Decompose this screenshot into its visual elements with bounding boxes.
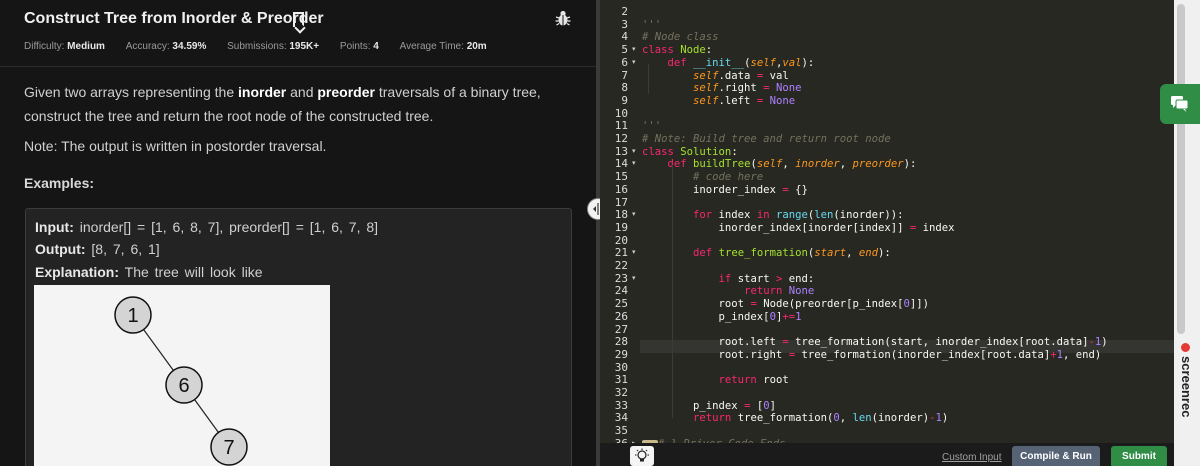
code-line[interactable]: root.right = tree_formation(inorder_inde…	[642, 349, 1102, 362]
fold-toggle-icon[interactable]: ▾	[632, 209, 640, 222]
code-line[interactable]: '''	[642, 19, 661, 32]
problem-title: Construct Tree from Inorder & Preorder	[24, 10, 324, 27]
indent-guide	[648, 64, 649, 94]
code-line[interactable]: self.left = None	[642, 95, 795, 108]
problem-description: Given two arrays representing the inorde…	[24, 84, 541, 124]
line-number: 18	[614, 208, 628, 222]
line-number: 9	[621, 93, 628, 107]
line-number: 6	[621, 55, 628, 69]
problem-panel: Construct Tree from Inorder & Preorder D…	[0, 0, 596, 466]
code-line[interactable]: # Note: Build tree and return root node	[642, 133, 891, 146]
tree-node-label: 7	[223, 437, 234, 459]
code-line[interactable]: if start > end:	[642, 273, 815, 286]
code-line[interactable]: def __init__(self,val):	[642, 57, 815, 70]
code-line[interactable]: # Node class	[642, 31, 719, 44]
fold-toggle-icon[interactable]: ▾	[632, 158, 640, 171]
example-output: Output: [8, 7, 6, 1]	[35, 241, 160, 257]
code-line[interactable]: for index in range(len(inorder)):	[642, 209, 904, 222]
meta-average-time: Average Time: 20m	[399, 41, 487, 52]
examples-heading: Examples:	[24, 175, 95, 191]
code-line[interactable]: return tree_formation(0, len(inorder)-1)	[642, 412, 948, 425]
code-line[interactable]: class Node:	[642, 44, 712, 57]
example-input: Input: inorder[] = [1, 6, 8, 7], preorde…	[35, 219, 379, 235]
lightbulb-icon[interactable]	[630, 446, 654, 466]
fold-toggle-icon[interactable]: ▾	[632, 57, 640, 70]
line-number: 29	[614, 347, 628, 361]
fold-toggle-icon[interactable]: ▾	[632, 273, 640, 286]
tree-node-label: 1	[127, 305, 138, 327]
meta-points: Points: 4	[339, 41, 379, 52]
code-line[interactable]: def tree_formation(start, end):	[642, 247, 891, 260]
code-line[interactable]: self.data = val	[642, 70, 789, 83]
code-editor[interactable]: 2 3 4 5 ▾ 6 ▾ 7 8 9 10 11 12 13 ▾ 14 ▾ 15 16 17 18 ▾ 19 20 21 ▾ 22…	[600, 0, 1174, 443]
line-number: 22	[614, 259, 628, 272]
fold-toggle-icon[interactable]: ▾	[632, 44, 640, 57]
editor-scrollbar[interactable]	[1177, 4, 1185, 334]
line-number: 8	[621, 81, 628, 95]
meta-accuracy: Accuracy: 34.59%	[125, 41, 207, 52]
line-number: 28	[614, 335, 628, 349]
bookmark-icon[interactable]	[293, 12, 304, 27]
code-line[interactable]: self.right = None	[642, 82, 801, 95]
fold-toggle-icon[interactable]: ▾	[632, 247, 640, 260]
bug-icon[interactable]	[554, 9, 572, 27]
header-divider	[0, 66, 596, 67]
code-line[interactable]: class Solution:	[642, 146, 738, 159]
tree-diagram: 1 6 7	[34, 285, 330, 466]
code-line[interactable]: def buildTree(self, inorder, preorder):	[642, 158, 917, 171]
code-line[interactable]: root.left = tree_formation(start, inorde…	[642, 336, 1108, 349]
fold-toggle-icon[interactable]: ▾	[632, 146, 640, 159]
code-line[interactable]: inorder_index = {}	[642, 184, 808, 197]
code-line[interactable]: '''	[642, 120, 661, 133]
recorder-label: screenrec	[1179, 356, 1194, 418]
line-number: 19	[614, 220, 628, 234]
example-box: Input: inorder[] = [1, 6, 8, 7], preorde…	[25, 208, 572, 466]
code-line[interactable]: p_index[0]+=1	[642, 311, 802, 324]
line-number: 26	[614, 309, 628, 323]
custom-input-link[interactable]: Custom Input	[942, 452, 1001, 463]
problem-meta: Difficulty: Medium Accuracy: 34.59% Subm…	[24, 41, 505, 52]
code-line[interactable]: return None	[642, 285, 814, 298]
meta-submissions: Submissions: 195K+	[227, 41, 320, 52]
line-number: 12	[614, 132, 628, 145]
line-number: 25	[614, 297, 628, 311]
line-number: 32	[614, 386, 628, 399]
line-number: 16	[614, 182, 628, 196]
line-gutter: 2 3 4 5 ▾ 6 ▾ 7 8 9 10 11 12 13 ▾ 14 ▾ 15 16 17 18 ▾ 19 20 21 ▾ 22…	[600, 0, 640, 443]
line-number: 5	[621, 43, 628, 57]
code-line[interactable]: # code here	[642, 171, 763, 184]
chat-icon[interactable]	[1160, 84, 1200, 124]
code-line[interactable]: p_index = [0]	[642, 400, 776, 413]
line-number: 35	[614, 424, 628, 438]
code-line[interactable]: root = Node(preorder[p_index[0]])	[642, 298, 930, 311]
code-line[interactable]: inorder_index[inorder[index]] = index	[642, 222, 955, 235]
line-number: 15	[614, 170, 628, 184]
indent-guide	[672, 165, 673, 418]
compile-run-button[interactable]: Compile & Run	[1012, 446, 1100, 466]
example-explanation: Explanation: The tree will look like	[35, 264, 263, 280]
line-number: 2	[621, 5, 628, 18]
code-line[interactable]: return root	[642, 374, 789, 387]
submit-button[interactable]: Submit	[1111, 446, 1167, 466]
record-icon[interactable]	[1181, 343, 1190, 352]
meta-difficulty: Difficulty: Medium	[24, 41, 105, 52]
tree-node-label: 6	[178, 375, 189, 397]
problem-note: Note: The output is written in postorder…	[24, 138, 327, 154]
